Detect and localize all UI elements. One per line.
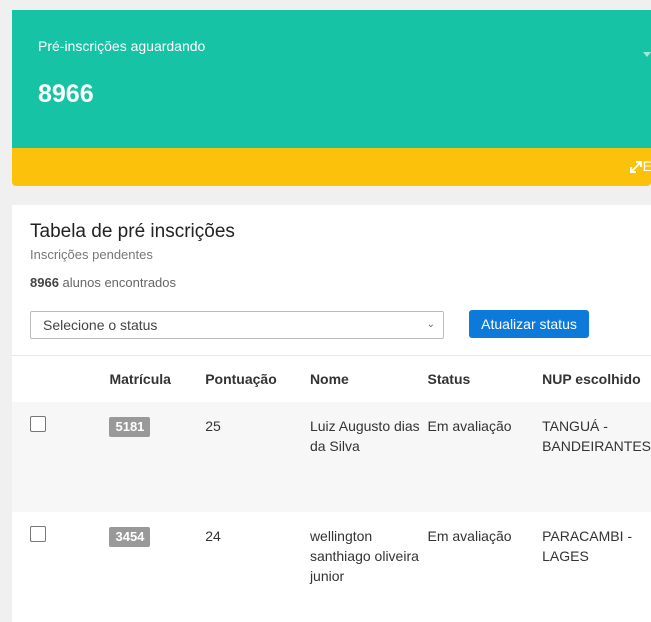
cell-nup: PARACAMBI - LAGES <box>542 528 633 564</box>
pre-registration-panel: Tabela de pré inscrições Inscrições pend… <box>12 205 651 622</box>
expand-link[interactable]: E <box>629 158 651 174</box>
cell-matricula: 5181 <box>109 402 205 512</box>
status-select-value: Selecione o status <box>43 317 158 333</box>
row-checkbox[interactable] <box>30 526 46 542</box>
chevron-down-icon: ⌄ <box>426 319 435 330</box>
header-checkbox-column <box>12 355 110 402</box>
cell-nome: wellington santhiago oliveira junior <box>309 528 419 584</box>
summary-card-footer: E <box>12 148 651 186</box>
summary-card-count: 8966 <box>38 80 94 108</box>
results-count-text: alunos encontrados <box>58 275 177 290</box>
expand-icon <box>629 161 642 174</box>
table-row[interactable]: 5181 25 Luiz Augusto dias da Silva Em av… <box>12 402 651 512</box>
header-pontuacao[interactable]: Pontuação <box>205 355 310 402</box>
cell-nup: TANGUÁ - BANDEIRANTES <box>542 418 651 454</box>
row-checkbox[interactable] <box>30 416 46 432</box>
summary-card: Pré-inscrições aguardando 8966 <box>12 10 651 150</box>
row-checkbox-cell <box>12 512 109 622</box>
cell-matricula: 3454 <box>109 512 205 622</box>
row-checkbox-cell <box>12 402 109 512</box>
results-count: 8966 alunos encontrados <box>30 275 176 290</box>
caret-down-icon[interactable] <box>643 52 651 57</box>
header-status[interactable]: Status <box>427 355 543 402</box>
update-status-button[interactable]: Atualizar status <box>469 310 589 338</box>
cell-pontuacao: 24 <box>205 528 221 544</box>
cell-nome: Luiz Augusto dias da Silva <box>309 418 420 454</box>
cell-pontuacao: 25 <box>205 418 221 434</box>
results-count-number: 8966 <box>30 275 59 290</box>
expand-label[interactable]: E <box>643 158 651 174</box>
matricula-badge: 3454 <box>109 527 151 547</box>
table-header-row: Matrícula Pontuação Nome Status NUP esco… <box>12 355 651 402</box>
panel-title: Tabela de pré inscrições <box>30 221 235 242</box>
panel-subtitle: Inscrições pendentes <box>30 247 153 262</box>
cell-status: Em avaliação <box>427 528 512 544</box>
summary-card-label: Pré-inscrições aguardando <box>38 38 206 54</box>
header-nup[interactable]: NUP escolhido <box>542 355 651 402</box>
status-select[interactable]: Selecione o status ⌄ <box>30 311 444 339</box>
header-matricula[interactable]: Matrícula <box>109 355 206 402</box>
table-row[interactable]: 3454 24 wellington santhiago oliveira ju… <box>12 512 651 622</box>
pre-registration-table: Matrícula Pontuação Nome Status NUP esco… <box>12 355 651 622</box>
matricula-badge: 5181 <box>109 417 151 437</box>
header-nome[interactable]: Nome <box>309 355 428 402</box>
cell-status: Em avaliação <box>427 418 512 434</box>
